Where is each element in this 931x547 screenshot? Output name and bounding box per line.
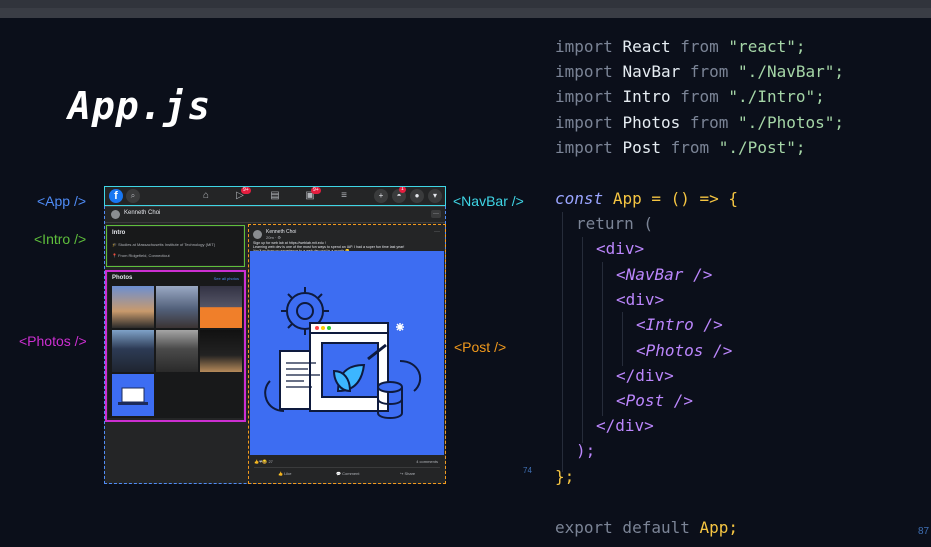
label-intro: <Intro /> <box>34 231 87 247</box>
code-line-brace-close: }; <box>555 467 575 486</box>
code-line-div-close: </div> <box>596 416 654 435</box>
indent-guide-2 <box>582 237 583 443</box>
code-line-div-open: <div> <box>596 239 645 258</box>
code-line-1: import React from "react"; <box>555 37 806 56</box>
code-line-div-open-inner: <div> <box>616 290 665 309</box>
label-navbar: <NavBar /> <box>453 193 524 209</box>
code-line-navbar: <NavBar /> <box>616 265 713 284</box>
label-post: <Post /> <box>454 339 507 355</box>
page-number: 87 <box>918 526 930 537</box>
code-line-intro: <Intro /> <box>636 315 723 334</box>
code-line-const: const App = () => { <box>555 189 739 208</box>
code-line-export: export default App; <box>555 518 739 537</box>
code-line-3: import Intro from "./Intro"; <box>555 87 825 106</box>
code-line-2: import NavBar from "./NavBar"; <box>555 62 845 81</box>
intro-outline <box>106 225 245 267</box>
indent-guide-1 <box>562 212 563 472</box>
label-app: <App /> <box>37 193 87 209</box>
small-page-number: 74 <box>523 466 532 475</box>
code-line-paren-close: ); <box>576 441 596 460</box>
code-line-5: import Post from "./Post"; <box>555 138 806 157</box>
code-line-post: <Post /> <box>616 391 694 410</box>
slide-title: App.js <box>68 84 212 128</box>
code-line-div-close-inner: </div> <box>616 366 674 385</box>
photos-outline <box>105 270 246 422</box>
code-line-4: import Photos from "./Photos"; <box>555 113 845 132</box>
navbar-outline <box>104 186 446 206</box>
post-outline <box>248 224 446 484</box>
indent-guide-3 <box>602 262 603 416</box>
code-line-return: return ( <box>576 214 654 233</box>
label-photos: <Photos /> <box>19 333 87 349</box>
indent-guide-4 <box>622 312 623 366</box>
code-line-photos: <Photos /> <box>636 341 733 360</box>
window-top-bar-strip <box>0 8 931 18</box>
